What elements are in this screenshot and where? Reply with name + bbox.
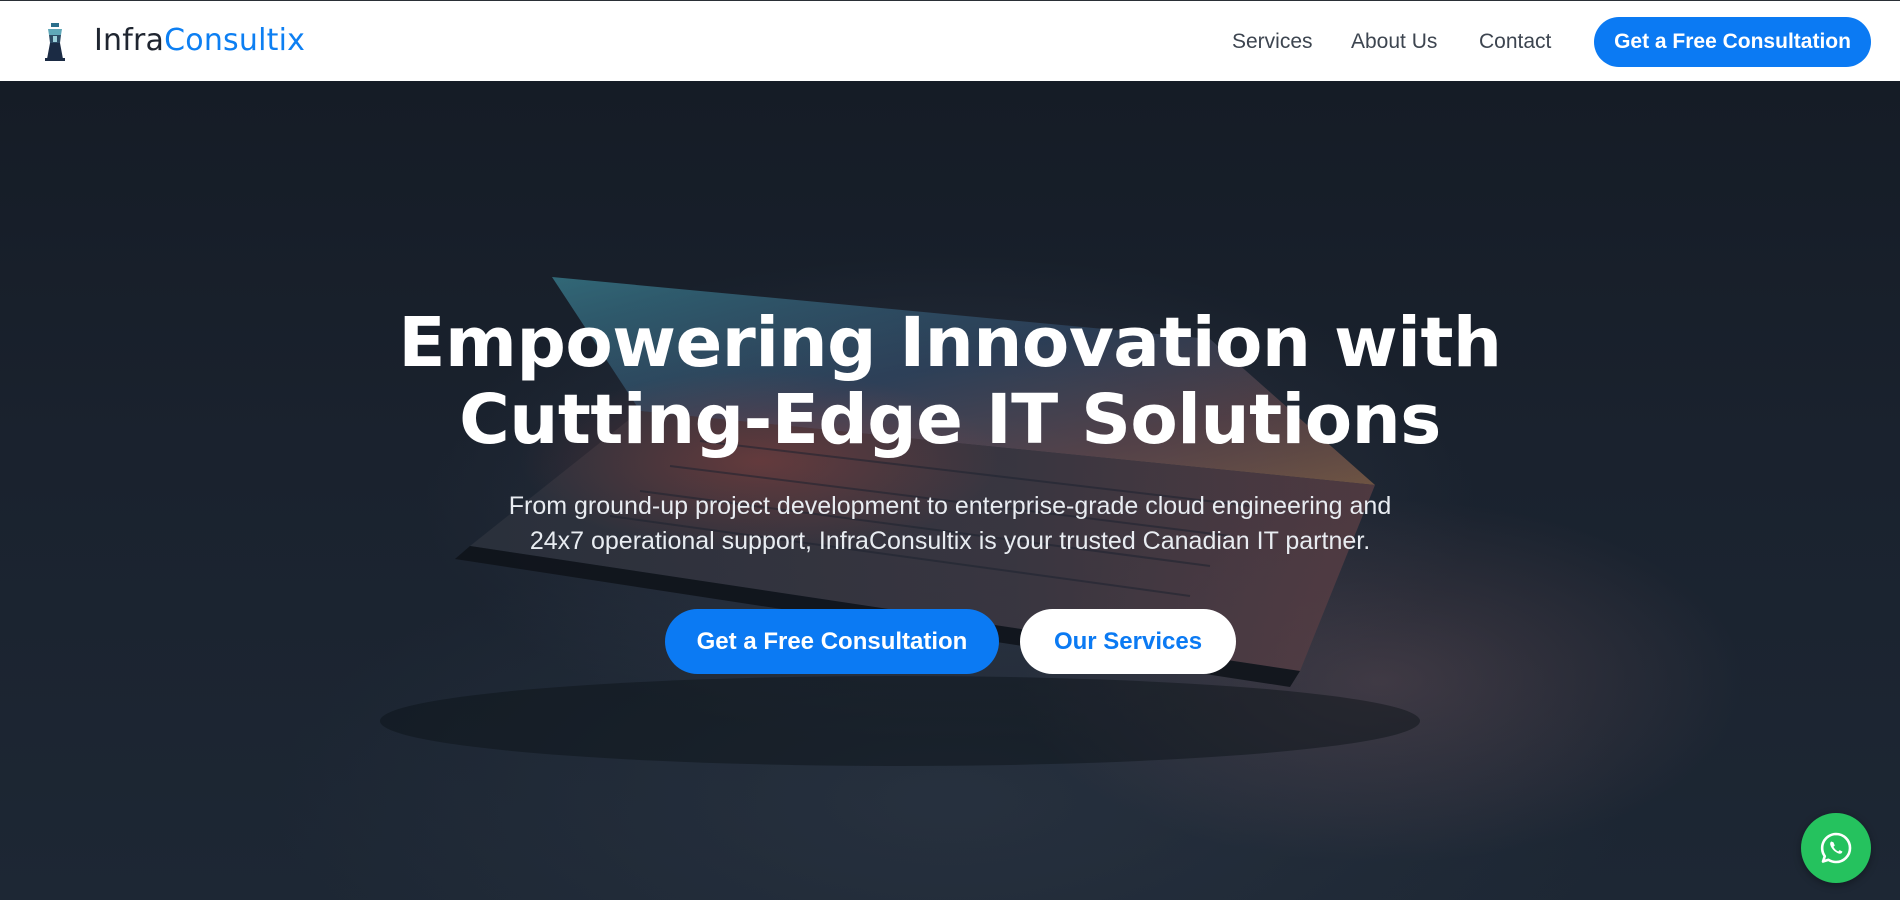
brand-name[interactable]: InfraConsultix <box>94 22 305 60</box>
our-services-button[interactable]: Our Services <box>1020 609 1236 674</box>
whatsapp-chat-button[interactable] <box>1801 813 1871 883</box>
hero-subtitle-line1: From ground-up project development to en… <box>508 492 1392 520</box>
header-consultation-button[interactable]: Get a Free Consultation <box>1594 17 1871 67</box>
hero-section: Empowering Innovation with Cutting-Edge … <box>0 81 1900 900</box>
lighthouse-icon[interactable] <box>44 23 66 61</box>
nav-about-us[interactable]: About Us <box>1351 28 1437 56</box>
hero-subtitle-line2: 24x7 operational support, InfraConsultix… <box>529 527 1371 555</box>
hero-subtitle: From ground-up project development to en… <box>400 489 1500 559</box>
hero-title-line2: Cutting-Edge IT Solutions <box>459 380 1441 460</box>
nav-contact[interactable]: Contact <box>1479 28 1551 56</box>
brand-name-part2: Consultix <box>164 23 306 58</box>
site-header: InfraConsultix Services About Us Contact… <box>0 0 1900 81</box>
brand-name-part1: Infra <box>94 23 165 58</box>
hero-title-line1: Empowering Innovation with <box>398 303 1502 383</box>
whatsapp-icon <box>1820 832 1852 864</box>
nav-services[interactable]: Services <box>1232 28 1313 56</box>
hero-title: Empowering Innovation with Cutting-Edge … <box>250 305 1650 459</box>
hero-consultation-button[interactable]: Get a Free Consultation <box>665 609 999 674</box>
